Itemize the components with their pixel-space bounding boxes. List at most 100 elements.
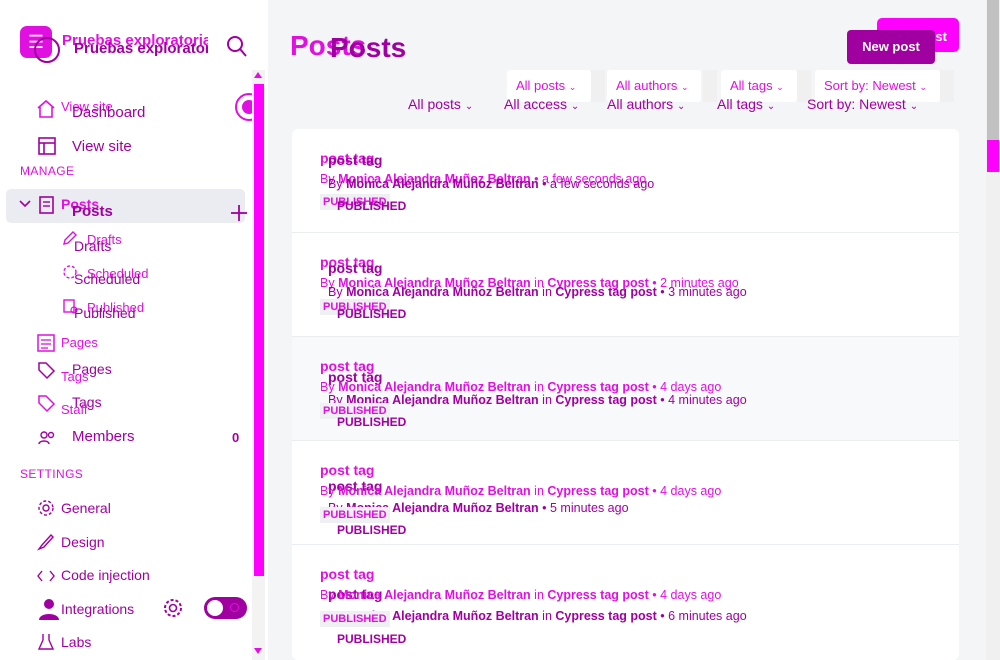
- new-post-button[interactable]: New post: [847, 30, 935, 64]
- filter-sort[interactable]: Sort by: Newest ⌄: [807, 96, 918, 112]
- meta-tag: Cypress tag post: [555, 609, 657, 623]
- nav-general[interactable]: General: [61, 500, 111, 516]
- tag-icon: [38, 362, 56, 380]
- filter-all-posts-label: All posts: [408, 96, 461, 112]
- nav-drafts[interactable]: Drafts: [74, 238, 111, 254]
- filter-all-tags-label: All tags: [717, 96, 763, 112]
- meta-by: By: [328, 285, 347, 299]
- status-badge: PUBLISHED: [337, 307, 407, 321]
- settings-gear-icon[interactable]: [162, 597, 184, 619]
- meta-author: Monica Alejandra Muñoz Beltran: [338, 588, 531, 602]
- filter-type-spinner[interactable]: [591, 70, 605, 102]
- scroll-down-arrow-icon[interactable]: [254, 648, 262, 654]
- site-title[interactable]: Pruebas exploratorias: [74, 40, 208, 57]
- brush-icon: [36, 533, 54, 551]
- nav-scheduled[interactable]: Scheduled: [74, 271, 140, 287]
- add-post-icon[interactable]: [229, 203, 249, 223]
- meta-in: in: [530, 380, 548, 394]
- nav-design[interactable]: Design: [61, 534, 105, 550]
- nav-labs[interactable]: Labs: [61, 634, 91, 650]
- meta-time: • 4 days ago: [648, 484, 722, 498]
- members-count: 0: [232, 430, 240, 445]
- dark-mode-toggle[interactable]: [204, 597, 247, 619]
- meta-by: By: [320, 588, 339, 602]
- filter-sort-spinner[interactable]: [940, 70, 954, 102]
- manage-section-label: MANAGE: [20, 164, 75, 178]
- meta-by: By: [320, 380, 339, 394]
- meta-time: • 5 minutes ago: [538, 501, 629, 515]
- post-row[interactable]: post tag post tag By Monica Alejandra Mu…: [292, 337, 959, 441]
- post-title-overlay: post tag: [320, 462, 375, 478]
- meta-in: in: [530, 484, 548, 498]
- main-scrollbar-marker: [987, 140, 999, 172]
- filter-all-authors[interactable]: All authors ⌄: [607, 96, 685, 112]
- post-title-overlay: post tag: [320, 566, 375, 582]
- main-scrollbar-thumb[interactable]: [987, 0, 999, 140]
- meta-author: Monica Alejandra Muñoz Beltran: [346, 285, 539, 299]
- meta-in: in: [530, 588, 548, 602]
- sidebar: ☰ Pruebas exploratorias Pruebas explorat…: [0, 0, 269, 660]
- nav-staff[interactable]: Staff: [61, 402, 88, 417]
- filter-sort-value: Sort by: Newest: [824, 78, 916, 93]
- toggle-knob: [207, 600, 223, 616]
- site-icon-ring: [34, 37, 60, 63]
- post-meta: By Monica Alejandra Muñoz Beltran in Cyp…: [328, 393, 747, 407]
- chevron-down-icon[interactable]: [18, 197, 32, 211]
- code-icon: [37, 570, 55, 582]
- chevron-down-icon: ⌄: [909, 101, 919, 112]
- nav-published[interactable]: Published: [74, 305, 136, 321]
- chevron-down-icon: ⌄: [464, 101, 474, 112]
- post-meta-overlay: By Monica Alejandra Muñoz Beltran in Cyp…: [320, 484, 721, 498]
- moon-icon: [230, 603, 239, 612]
- meta-time: • a few seconds ago: [538, 177, 655, 191]
- filter-all-posts[interactable]: All posts ⌄: [408, 96, 473, 112]
- meta-in: in: [538, 285, 556, 299]
- filter-author-spinner[interactable]: [703, 70, 717, 102]
- post-meta-overlay: By Monica Alejandra Muñoz Beltran in Cyp…: [320, 380, 721, 394]
- posts-list: post tag post tag By Monica Alejandra Mu…: [292, 129, 959, 660]
- nav-view-site[interactable]: View site: [72, 138, 132, 155]
- sidebar-scrollbar-thumb[interactable]: [254, 84, 264, 576]
- meta-time: • 4 minutes ago: [656, 393, 747, 407]
- post-title[interactable]: post tag: [328, 152, 382, 168]
- filter-all-tags[interactable]: All tags ⌄: [717, 96, 775, 112]
- meta-author: Monica Alejandra Muñoz Beltran: [338, 380, 531, 394]
- nav-dashboard[interactable]: Dashboard: [72, 104, 145, 121]
- nav-pages-overlay: Pages: [61, 335, 98, 350]
- nav-posts[interactable]: Posts: [72, 203, 113, 220]
- post-row[interactable]: post tag post tag By Monica Alejandra Mu…: [292, 129, 959, 233]
- meta-author: Monica Alejandra Muñoz Beltran: [338, 484, 531, 498]
- nav-integrations[interactable]: Integrations: [61, 601, 134, 617]
- post-row[interactable]: post tag post tag By Monica Alejandra Mu…: [292, 545, 959, 648]
- post-row[interactable]: post tag post tag By Monica Alejandra Mu…: [292, 441, 959, 545]
- nav-code-injection[interactable]: Code injection: [61, 567, 150, 583]
- filter-type-value: All posts: [516, 78, 566, 93]
- post-meta-overlay: By Monica Alejandra Muñoz Beltran in Cyp…: [320, 588, 721, 602]
- meta-time: • 4 days ago: [648, 588, 722, 602]
- user-avatar-icon[interactable]: [36, 596, 62, 622]
- post-meta: By Monica Alejandra Muñoz Beltran in Cyp…: [328, 609, 747, 623]
- chevron-down-icon: ⌄: [677, 101, 686, 112]
- filter-all-authors-label: All authors: [607, 96, 674, 112]
- meta-time: • 4 days ago: [648, 380, 722, 394]
- post-row[interactable]: post tag post tag By Monica Alejandra Mu…: [292, 233, 959, 337]
- post-meta: By Monica Alejandra Muñoz Beltran in Cyp…: [328, 285, 747, 299]
- posts-icon: [39, 196, 54, 214]
- search-icon[interactable]: [226, 34, 248, 60]
- scroll-up-arrow-icon[interactable]: [254, 72, 262, 78]
- post-title[interactable]: post tag: [328, 260, 382, 276]
- meta-tag: Cypress tag post: [547, 380, 649, 394]
- filter-sort-label: Sort by: Newest: [807, 96, 906, 112]
- status-badge: PUBLISHED: [337, 199, 407, 213]
- gear-icon: [38, 500, 54, 516]
- status-badge-overlay: PUBLISHED: [320, 507, 390, 523]
- settings-section-label: SETTINGS: [20, 467, 84, 481]
- labs-icon: [37, 634, 55, 650]
- status-badge: PUBLISHED: [337, 632, 407, 646]
- chevron-down-icon: ⌄: [776, 82, 784, 92]
- nav-members[interactable]: Members: [72, 428, 135, 445]
- meta-by: By: [320, 484, 339, 498]
- filter-author-value: All authors: [616, 78, 678, 93]
- chevron-down-icon: ⌄: [681, 82, 689, 92]
- filter-all-access[interactable]: All access ⌄: [504, 96, 579, 112]
